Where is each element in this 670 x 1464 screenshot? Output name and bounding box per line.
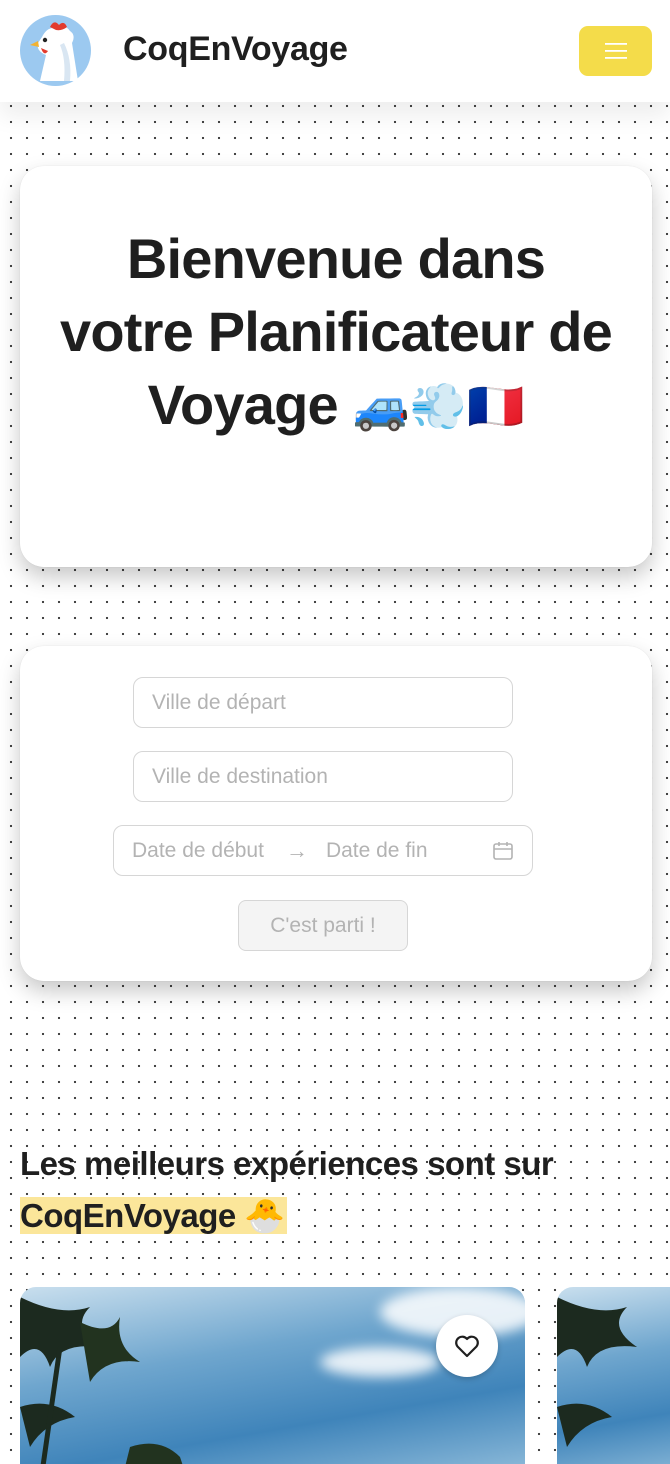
menu-button[interactable]: [579, 26, 652, 76]
destination-city-input[interactable]: Ville de destination: [133, 751, 513, 802]
submit-button[interactable]: C'est parti !: [238, 900, 408, 951]
experience-card-image[interactable]: [557, 1287, 670, 1464]
calendar-icon[interactable]: [492, 840, 514, 862]
welcome-title: Bienvenue dans votre Planificateur de Vo…: [20, 222, 652, 443]
heart-icon: [455, 1335, 479, 1358]
date-range-picker[interactable]: Date de début → Date de fin: [113, 825, 533, 876]
destination-placeholder: Ville de destination: [152, 764, 328, 788]
experience-card-image[interactable]: [20, 1287, 525, 1464]
trip-search-form: Ville de départ Ville de destination Dat…: [20, 646, 652, 981]
experiences-title: Les meilleurs expériences sont sur CoqEn…: [20, 1138, 650, 1242]
date-separator-arrow-icon: →: [285, 837, 308, 863]
end-date-input[interactable]: Date de fin: [326, 839, 428, 863]
rooster-logo-icon[interactable]: [20, 15, 91, 86]
palm-tree-silhouette: [20, 1297, 183, 1464]
car-dash-flag-emoji: 🚙💨🇫🇷: [352, 380, 525, 432]
welcome-card: Bienvenue dans votre Planificateur de Vo…: [20, 166, 652, 567]
palm-tree-silhouette: [557, 1297, 637, 1447]
experiences-title-highlight: CoqEnVoyage 🐣: [20, 1197, 288, 1234]
app-header: CoqEnVoyage: [0, 0, 670, 102]
experiences-title-prefix: Les meilleurs expériences sont sur: [20, 1145, 554, 1182]
brand-name[interactable]: CoqEnVoyage: [123, 30, 348, 69]
start-date-input[interactable]: Date de début: [132, 839, 264, 863]
welcome-title-text: Bienvenue dans votre Planificateur de Vo…: [60, 227, 613, 436]
hamburger-menu-icon: [604, 43, 627, 59]
favorite-button[interactable]: [436, 1315, 498, 1377]
departure-city-input[interactable]: Ville de départ: [133, 677, 513, 728]
departure-placeholder: Ville de départ: [152, 690, 286, 714]
